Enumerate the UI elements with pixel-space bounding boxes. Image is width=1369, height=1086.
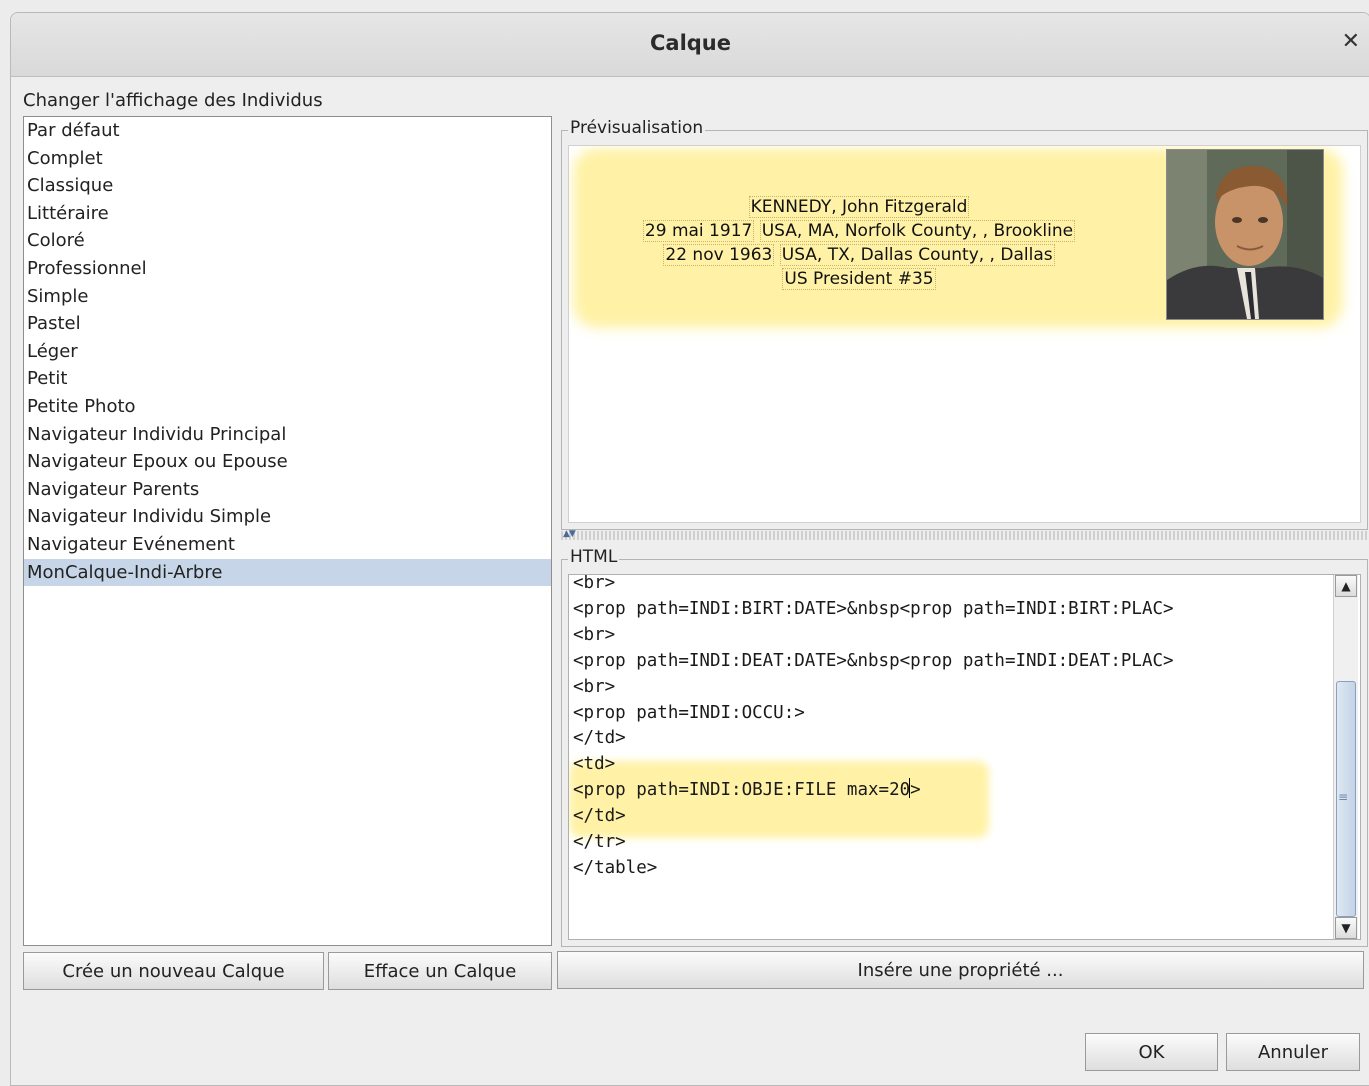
- person-card: KENNEDY, John Fitzgerald 29 mai 1917 USA…: [589, 195, 1129, 291]
- list-item[interactable]: Navigateur Individu Principal: [24, 421, 551, 449]
- code-line-text: </td>: [573, 806, 626, 827]
- code-line: <prop path=INDI:OBJE:FILE max=20>: [573, 778, 1174, 804]
- code-line-text: <prop path=INDI:OBJE:FILE max=20: [573, 780, 911, 801]
- code-line-text: <prop path=INDI:OCCU:>: [573, 702, 805, 723]
- code-line: <prop path=INDI:DEAT:DATE>&nbsp<prop pat…: [573, 649, 1174, 675]
- list-item[interactable]: Petit: [24, 365, 551, 393]
- code-line: <prop path=INDI:BIRT:DATE>&nbsp<prop pat…: [573, 597, 1174, 623]
- list-item[interactable]: Classique: [24, 172, 551, 200]
- new-layer-button[interactable]: Crée un nouveau Calque: [23, 952, 324, 990]
- code-line-text: <prop path=INDI:DEAT:DATE>&nbsp<prop pat…: [573, 650, 1174, 671]
- code-line: <br>: [573, 623, 1174, 649]
- code-lines: <br> <prop path=INDI:BIRT:DATE>&nbsp<prop…: [573, 574, 1174, 882]
- code-line-text: <br>: [573, 676, 616, 697]
- code-line: </tr>: [573, 830, 1174, 856]
- person-photo: [1166, 149, 1324, 320]
- list-item[interactable]: Léger: [24, 338, 551, 366]
- preview-legend: Prévisualisation: [568, 118, 706, 138]
- splitter-arrows-icon[interactable]: ▲▼: [563, 529, 576, 539]
- code-line-text: </td>: [573, 728, 626, 749]
- window-title: Calque: [649, 31, 731, 55]
- list-item[interactable]: Navigateur Individu Simple: [24, 503, 551, 531]
- list-item[interactable]: Coloré: [24, 227, 551, 255]
- list-item[interactable]: Navigateur Epoux ou Epouse: [24, 448, 551, 476]
- code-line-text: <td>: [573, 754, 616, 775]
- list-item[interactable]: Professionnel: [24, 255, 551, 283]
- death-place: USA, TX, Dallas County, , Dallas: [779, 244, 1055, 266]
- html-legend: HTML: [568, 547, 620, 567]
- preview-panel: Prévisualisation KENNEDY, John Fitzgeral…: [561, 118, 1368, 530]
- code-line: </table>: [573, 856, 1174, 882]
- code-line: <br>: [573, 675, 1174, 701]
- code-line-text: <br>: [573, 624, 616, 645]
- code-line: </td>: [573, 726, 1174, 752]
- death-date: 22 nov 1963: [663, 244, 775, 266]
- occupation: US President #35: [782, 268, 936, 290]
- html-editor[interactable]: <br> <prop path=INDI:BIRT:DATE>&nbsp<prop…: [568, 574, 1361, 940]
- list-item[interactable]: Complet: [24, 145, 551, 173]
- vertical-scrollbar[interactable]: ▲ ≡ ▼: [1333, 575, 1358, 939]
- code-line-text: <br>: [573, 574, 616, 593]
- scroll-up-icon[interactable]: ▲: [1335, 575, 1357, 597]
- code-line: <br>: [573, 574, 1174, 597]
- layer-list[interactable]: Par défaut Complet Classique Littéraire Colo…: [23, 116, 552, 946]
- preview-area: KENNEDY, John Fitzgerald 29 mai 1917 USA…: [568, 145, 1361, 523]
- list-item[interactable]: Par défaut: [24, 117, 551, 145]
- splitter[interactable]: ▲▼: [561, 529, 1368, 540]
- person-name: KENNEDY, John Fitzgerald: [748, 196, 970, 218]
- html-panel: HTML <br> <prop path=INDI:BIRT:DATE>&nbsp…: [561, 547, 1368, 947]
- scroll-down-icon[interactable]: ▼: [1335, 917, 1357, 939]
- birth-date: 29 mai 1917: [642, 220, 755, 242]
- insert-property-button[interactable]: Insére une propriété ...: [557, 951, 1364, 989]
- section-label: Changer l'affichage des Individus: [23, 90, 323, 111]
- code-line-text: </table>: [573, 857, 658, 878]
- code-line: </td>: [573, 804, 1174, 830]
- ok-button[interactable]: OK: [1085, 1033, 1218, 1071]
- cancel-button[interactable]: Annuler: [1226, 1033, 1360, 1071]
- code-line-tail: >: [910, 780, 921, 801]
- list-item[interactable]: Navigateur Parents: [24, 476, 551, 504]
- close-icon[interactable]: ✕: [1342, 29, 1360, 54]
- list-item[interactable]: Navigateur Evénement: [24, 531, 551, 559]
- list-item[interactable]: MonCalque-Indi-Arbre: [24, 558, 551, 587]
- birth-place: USA, MA, Norfolk County, , Brookline: [759, 220, 1076, 242]
- code-line: <td>: [573, 752, 1174, 778]
- list-item[interactable]: Simple: [24, 283, 551, 311]
- list-item[interactable]: Petite Photo: [24, 393, 551, 421]
- code-line: <prop path=INDI:OCCU:>: [573, 701, 1174, 727]
- list-item[interactable]: Pastel: [24, 310, 551, 338]
- delete-layer-button[interactable]: Efface un Calque: [328, 952, 552, 990]
- grip-icon: ≡: [1338, 790, 1349, 804]
- code-line-text: </tr>: [573, 832, 626, 853]
- calque-dialog: Calque ✕ Changer l'affichage des Individ…: [10, 12, 1369, 1086]
- list-item[interactable]: Littéraire: [24, 200, 551, 228]
- code-line-text: <prop path=INDI:BIRT:DATE>&nbsp<prop pat…: [573, 598, 1174, 619]
- title-bar: Calque ✕: [11, 13, 1369, 77]
